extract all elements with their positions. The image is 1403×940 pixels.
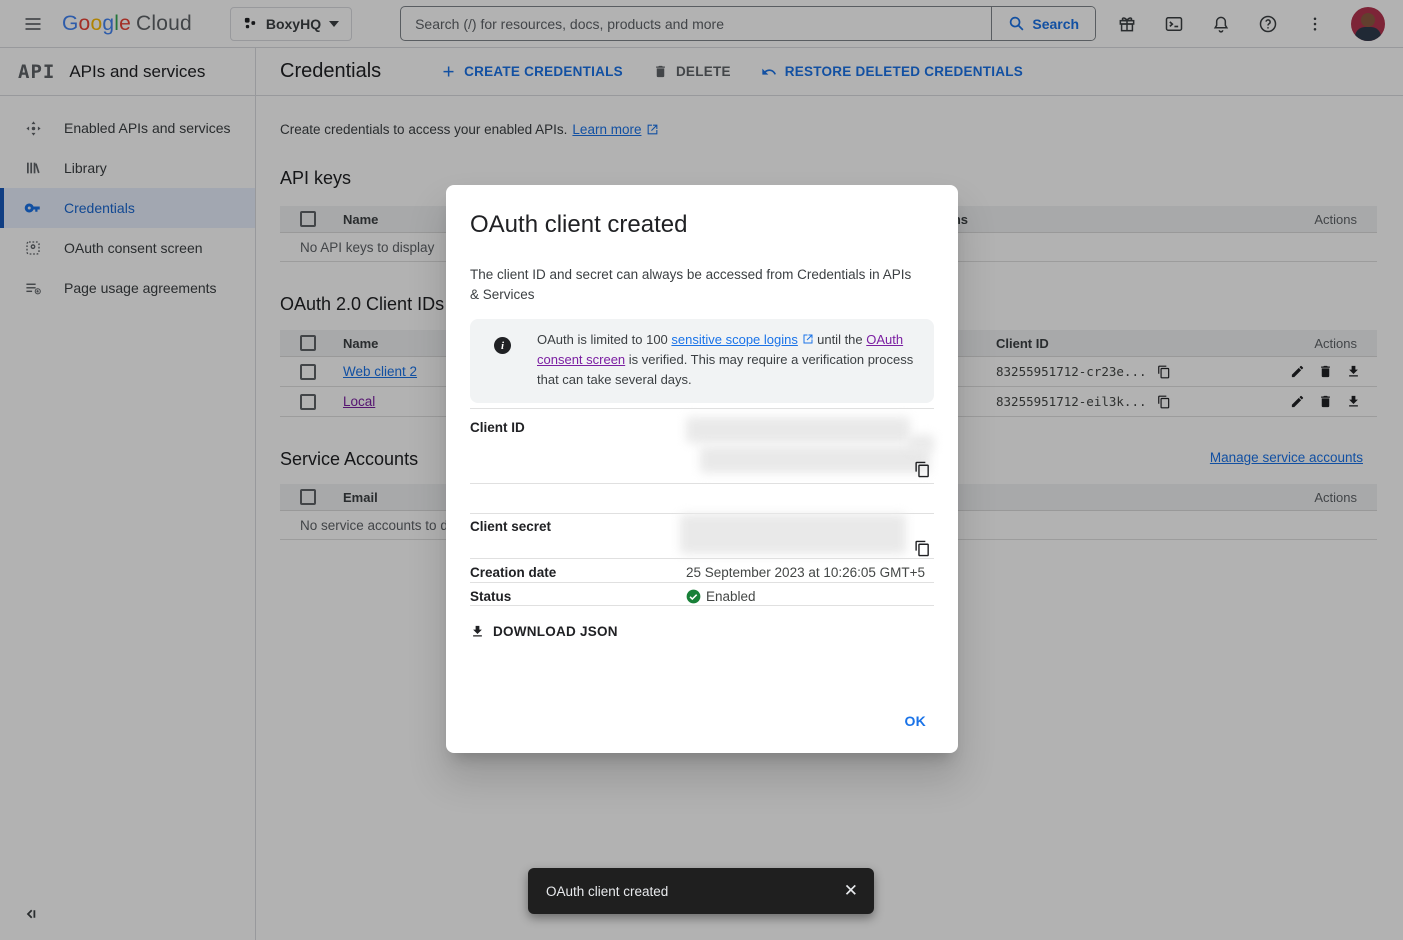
check-circle-icon bbox=[686, 589, 701, 604]
status-value: Enabled bbox=[706, 589, 756, 604]
notice-mid: until the bbox=[814, 332, 867, 347]
oauth-client-created-dialog: OAuth client created The client ID and s… bbox=[446, 185, 958, 753]
creation-date-value: 25 September 2023 at 10:26:05 GMT+5 bbox=[686, 565, 925, 580]
notice-text: OAuth is limited to 100 sensitive scope … bbox=[537, 330, 927, 390]
redacted-client-secret-value bbox=[680, 514, 906, 554]
divider bbox=[470, 408, 934, 409]
ok-button[interactable]: OK bbox=[891, 703, 941, 739]
dialog-intro: The client ID and secret can always be a… bbox=[470, 265, 920, 305]
close-icon[interactable]: ✕ bbox=[844, 881, 858, 901]
client-id-label: Client ID bbox=[470, 420, 525, 435]
divider bbox=[470, 483, 934, 484]
divider bbox=[470, 582, 934, 583]
download-icon bbox=[470, 624, 485, 639]
download-json-label: DOWNLOAD JSON bbox=[493, 624, 618, 639]
divider bbox=[470, 558, 934, 559]
info-icon: i bbox=[494, 337, 511, 354]
ok-label: OK bbox=[905, 713, 927, 729]
redacted-client-id-value bbox=[700, 446, 930, 473]
sensitive-scope-logins-link[interactable]: sensitive scope logins bbox=[671, 332, 797, 347]
notice-box: i OAuth is limited to 100 sensitive scop… bbox=[470, 319, 934, 403]
google-cloud-console: G o o g l e Cloud BoxyHQ Search bbox=[0, 0, 1403, 940]
redacted-client-id-value bbox=[686, 417, 910, 443]
notice-pre: OAuth is limited to 100 bbox=[537, 332, 671, 347]
external-link-icon bbox=[802, 333, 814, 345]
copy-client-secret-icon[interactable] bbox=[914, 540, 931, 557]
download-json-button[interactable]: DOWNLOAD JSON bbox=[460, 613, 628, 649]
copy-client-id-icon[interactable] bbox=[914, 461, 931, 478]
toast-notification: OAuth client created ✕ bbox=[528, 868, 874, 914]
redacted-client-id-value bbox=[908, 435, 934, 451]
creation-date-label: Creation date bbox=[470, 565, 556, 580]
divider bbox=[470, 605, 934, 606]
dialog-title: OAuth client created bbox=[470, 211, 687, 239]
toast-message: OAuth client created bbox=[546, 884, 668, 899]
status-label: Status bbox=[470, 589, 511, 604]
client-secret-label: Client secret bbox=[470, 519, 551, 534]
